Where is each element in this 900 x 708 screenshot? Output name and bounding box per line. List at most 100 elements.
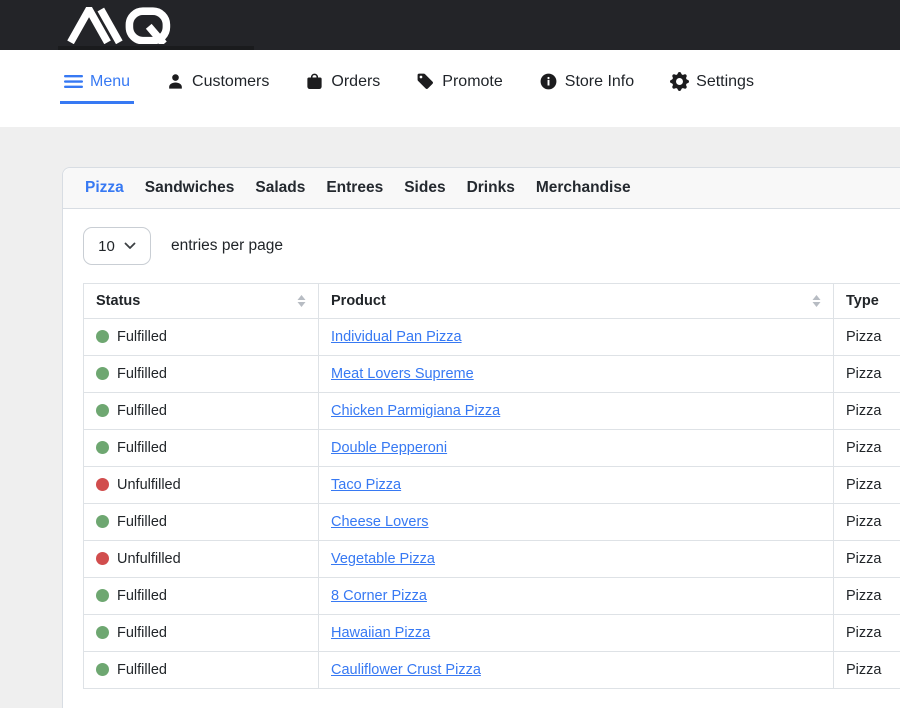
nav-item-label: Store Info: [565, 73, 634, 91]
table-row: Unfulfilled Vegetable Pizza Pizza: [84, 541, 900, 578]
nav-item-label: Settings: [696, 73, 754, 91]
status-label: Fulfilled: [117, 588, 167, 604]
table-row: Fulfilled Meat Lovers Supreme Pizza: [84, 356, 900, 393]
tab-salads[interactable]: Salads: [255, 179, 305, 197]
nav-item-orders[interactable]: Orders: [301, 72, 384, 104]
gear-icon: [670, 72, 689, 91]
product-link[interactable]: Chicken Parmigiana Pizza: [331, 403, 500, 419]
sort-icon: [297, 295, 306, 307]
products-table: Status Product: [83, 283, 900, 689]
tab-drinks[interactable]: Drinks: [467, 179, 515, 197]
product-cell: Meat Lovers Supreme: [319, 356, 834, 393]
status-label: Fulfilled: [117, 514, 167, 530]
column-label: Type: [846, 291, 879, 311]
status-dot-icon: [96, 552, 109, 565]
column-header-type[interactable]: Type: [834, 284, 900, 319]
status-cell: Fulfilled: [84, 356, 319, 393]
nav-item-customers[interactable]: Customers: [162, 72, 273, 104]
product-cell: Vegetable Pizza: [319, 541, 834, 578]
product-link[interactable]: Cheese Lovers: [331, 514, 429, 530]
status-label: Fulfilled: [117, 403, 167, 419]
category-tabs: Pizza Sandwiches Salads Entrees Sides Dr…: [63, 168, 900, 209]
type-cell: Pizza: [834, 430, 900, 467]
type-cell: Pizza: [834, 356, 900, 393]
status-cell: Fulfilled: [84, 430, 319, 467]
product-link[interactable]: Meat Lovers Supreme: [331, 366, 474, 382]
status-cell: Fulfilled: [84, 652, 319, 689]
status-label: Fulfilled: [117, 329, 167, 345]
status-label: Unfulfilled: [117, 551, 181, 567]
status-cell: Fulfilled: [84, 319, 319, 356]
status-label: Fulfilled: [117, 625, 167, 641]
table-row: Fulfilled Cauliflower Crust Pizza Pizza: [84, 652, 900, 689]
entries-row: 10 entries per page: [83, 227, 900, 265]
product-cell: Double Pepperoni: [319, 430, 834, 467]
entries-per-page-value: 10: [98, 238, 115, 255]
table-row: Fulfilled Hawaiian Pizza Pizza: [84, 615, 900, 652]
type-cell: Pizza: [834, 652, 900, 689]
status-label: Fulfilled: [117, 366, 167, 382]
type-cell: Pizza: [834, 393, 900, 430]
tag-icon: [416, 72, 435, 91]
page-content: Pizza Sandwiches Salads Entrees Sides Dr…: [0, 127, 900, 708]
product-link[interactable]: Individual Pan Pizza: [331, 329, 462, 345]
person-icon: [166, 72, 185, 91]
main-nav: Menu Customers Orders Promote Store Info…: [0, 50, 900, 127]
type-cell: Pizza: [834, 541, 900, 578]
status-label: Unfulfilled: [117, 477, 181, 493]
status-dot-icon: [96, 404, 109, 417]
column-header-status[interactable]: Status: [84, 284, 319, 319]
nav-item-label: Menu: [90, 73, 130, 91]
status-dot-icon: [96, 441, 109, 454]
status-label: Fulfilled: [117, 440, 167, 456]
table-row: Fulfilled 8 Corner Pizza Pizza: [84, 578, 900, 615]
tab-entrees[interactable]: Entrees: [326, 179, 383, 197]
product-link[interactable]: Double Pepperoni: [331, 440, 447, 456]
tab-sandwiches[interactable]: Sandwiches: [145, 179, 235, 197]
nav-item-label: Customers: [192, 73, 269, 91]
status-cell: Fulfilled: [84, 504, 319, 541]
status-cell: Unfulfilled: [84, 541, 319, 578]
status-cell: Fulfilled: [84, 578, 319, 615]
bag-icon: [305, 72, 324, 91]
type-cell: Pizza: [834, 615, 900, 652]
product-cell: Individual Pan Pizza: [319, 319, 834, 356]
nav-item-label: Orders: [331, 73, 380, 91]
column-label: Product: [331, 291, 386, 311]
entries-per-page-label: entries per page: [171, 237, 283, 255]
status-dot-icon: [96, 663, 109, 676]
status-dot-icon: [96, 515, 109, 528]
nav-item-promote[interactable]: Promote: [412, 72, 506, 104]
type-cell: Pizza: [834, 319, 900, 356]
nav-item-store-info[interactable]: Store Info: [535, 72, 638, 104]
type-cell: Pizza: [834, 467, 900, 504]
product-cell: 8 Corner Pizza: [319, 578, 834, 615]
tab-sides[interactable]: Sides: [404, 179, 445, 197]
entries-per-page-select[interactable]: 10: [83, 227, 151, 265]
status-dot-icon: [96, 367, 109, 380]
nav-item-label: Promote: [442, 73, 502, 91]
logo-underline-decoration: [58, 46, 254, 50]
table-header-row: Status Product: [84, 284, 900, 319]
status-cell: Unfulfilled: [84, 467, 319, 504]
status-cell: Fulfilled: [84, 393, 319, 430]
tab-pizza[interactable]: Pizza: [85, 179, 124, 197]
status-label: Fulfilled: [117, 662, 167, 678]
tab-merchandise[interactable]: Merchandise: [536, 179, 631, 197]
card-body: 10 entries per page Status: [63, 209, 900, 708]
product-link[interactable]: 8 Corner Pizza: [331, 588, 427, 604]
product-cell: Cheese Lovers: [319, 504, 834, 541]
hamburger-icon: [64, 72, 83, 91]
product-link[interactable]: Hawaiian Pizza: [331, 625, 430, 641]
info-icon: [539, 72, 558, 91]
product-link[interactable]: Cauliflower Crust Pizza: [331, 662, 481, 678]
product-link[interactable]: Taco Pizza: [331, 477, 401, 493]
nav-item-settings[interactable]: Settings: [666, 72, 758, 104]
product-link[interactable]: Vegetable Pizza: [331, 551, 435, 567]
column-header-product[interactable]: Product: [319, 284, 834, 319]
nav-item-menu[interactable]: Menu: [60, 72, 134, 104]
table-row: Fulfilled Chicken Parmigiana Pizza Pizza: [84, 393, 900, 430]
status-dot-icon: [96, 478, 109, 491]
type-cell: Pizza: [834, 578, 900, 615]
product-cell: Chicken Parmigiana Pizza: [319, 393, 834, 430]
